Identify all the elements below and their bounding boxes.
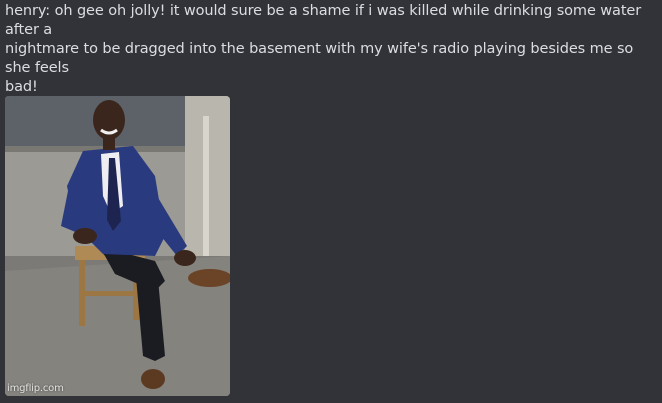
image-attachment[interactable]: imgflip.com xyxy=(5,96,230,396)
meme-image xyxy=(5,96,230,396)
imgflip-watermark: imgflip.com xyxy=(7,383,64,394)
